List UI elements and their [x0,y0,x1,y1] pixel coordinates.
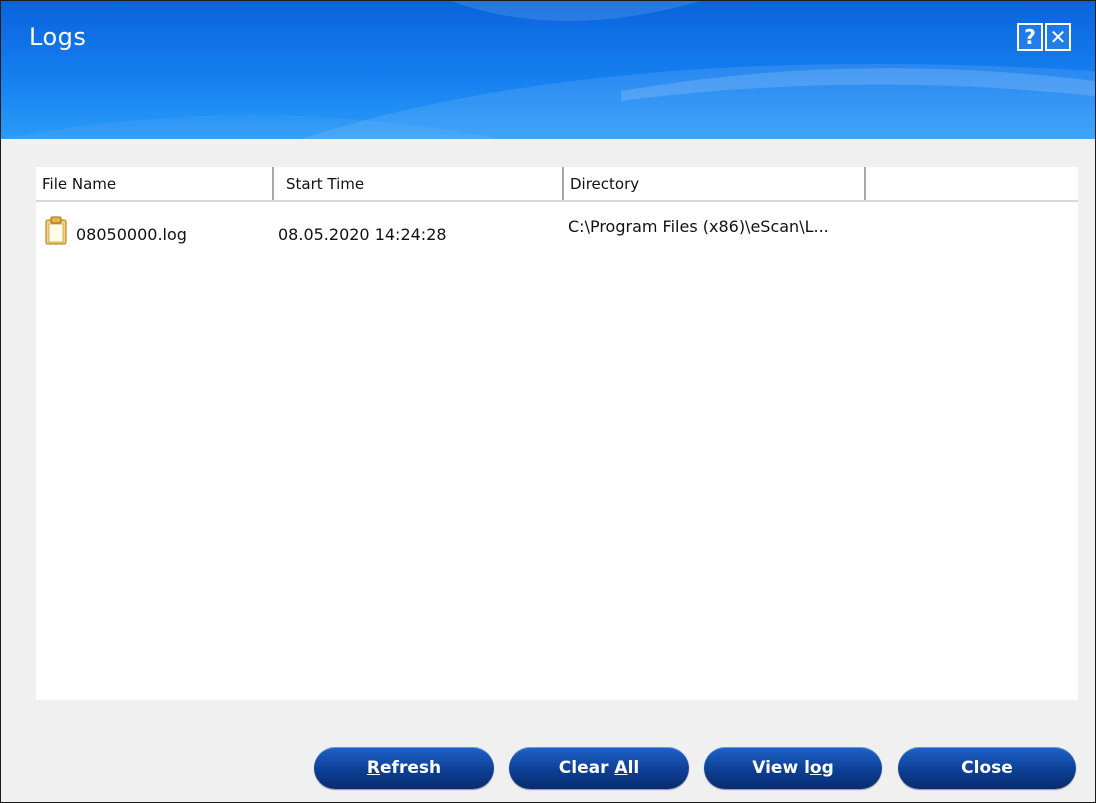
window-title: Logs [29,23,87,51]
column-header-directory[interactable]: Directory [564,167,866,200]
log-file-icon [45,216,67,245]
close-button[interactable]: Close [898,747,1076,789]
refresh-mnemonic: R [366,758,381,778]
column-header-start-time[interactable]: Start Time [274,167,564,200]
start-time-cell: 08.05.2020 14:24:28 [278,225,447,244]
refresh-label: efresh [380,758,442,778]
close-icon: ✕ [1049,25,1067,49]
clear-all-label-rest: ll [627,758,640,778]
window-close-button[interactable]: ✕ [1045,23,1071,51]
title-bar[interactable]: Logs ? ✕ [1,1,1095,139]
column-header-empty[interactable] [866,167,1078,200]
list-header: File Name Start Time Directory [36,167,1078,202]
view-log-label-rest: g [821,758,834,778]
refresh-button[interactable]: Refresh [314,747,494,789]
clear-all-mnemonic: A [614,758,628,778]
file-name-cell: 08050000.log [76,225,187,244]
view-log-mnemonic: o [809,758,822,778]
help-icon: ? [1024,25,1036,49]
clear-all-button[interactable]: Clear All [509,747,689,789]
title-bar-swoosh-decoration [1,1,1095,139]
view-log-button[interactable]: View log [704,747,882,789]
logs-window: Logs ? ✕ File Name Start Time Directory … [0,0,1096,803]
clear-all-label-prefix: Clear [558,758,615,778]
help-button[interactable]: ? [1017,23,1043,51]
log-list[interactable]: File Name Start Time Directory 08050000.… [36,167,1078,700]
column-header-file-name[interactable]: File Name [36,167,274,200]
directory-cell: C:\Program Files (x86)\eScan\L... [568,217,829,236]
list-item[interactable]: 08050000.log 08.05.2020 14:24:28 C:\Prog… [36,215,1078,247]
view-log-label-prefix: View l [752,758,810,778]
